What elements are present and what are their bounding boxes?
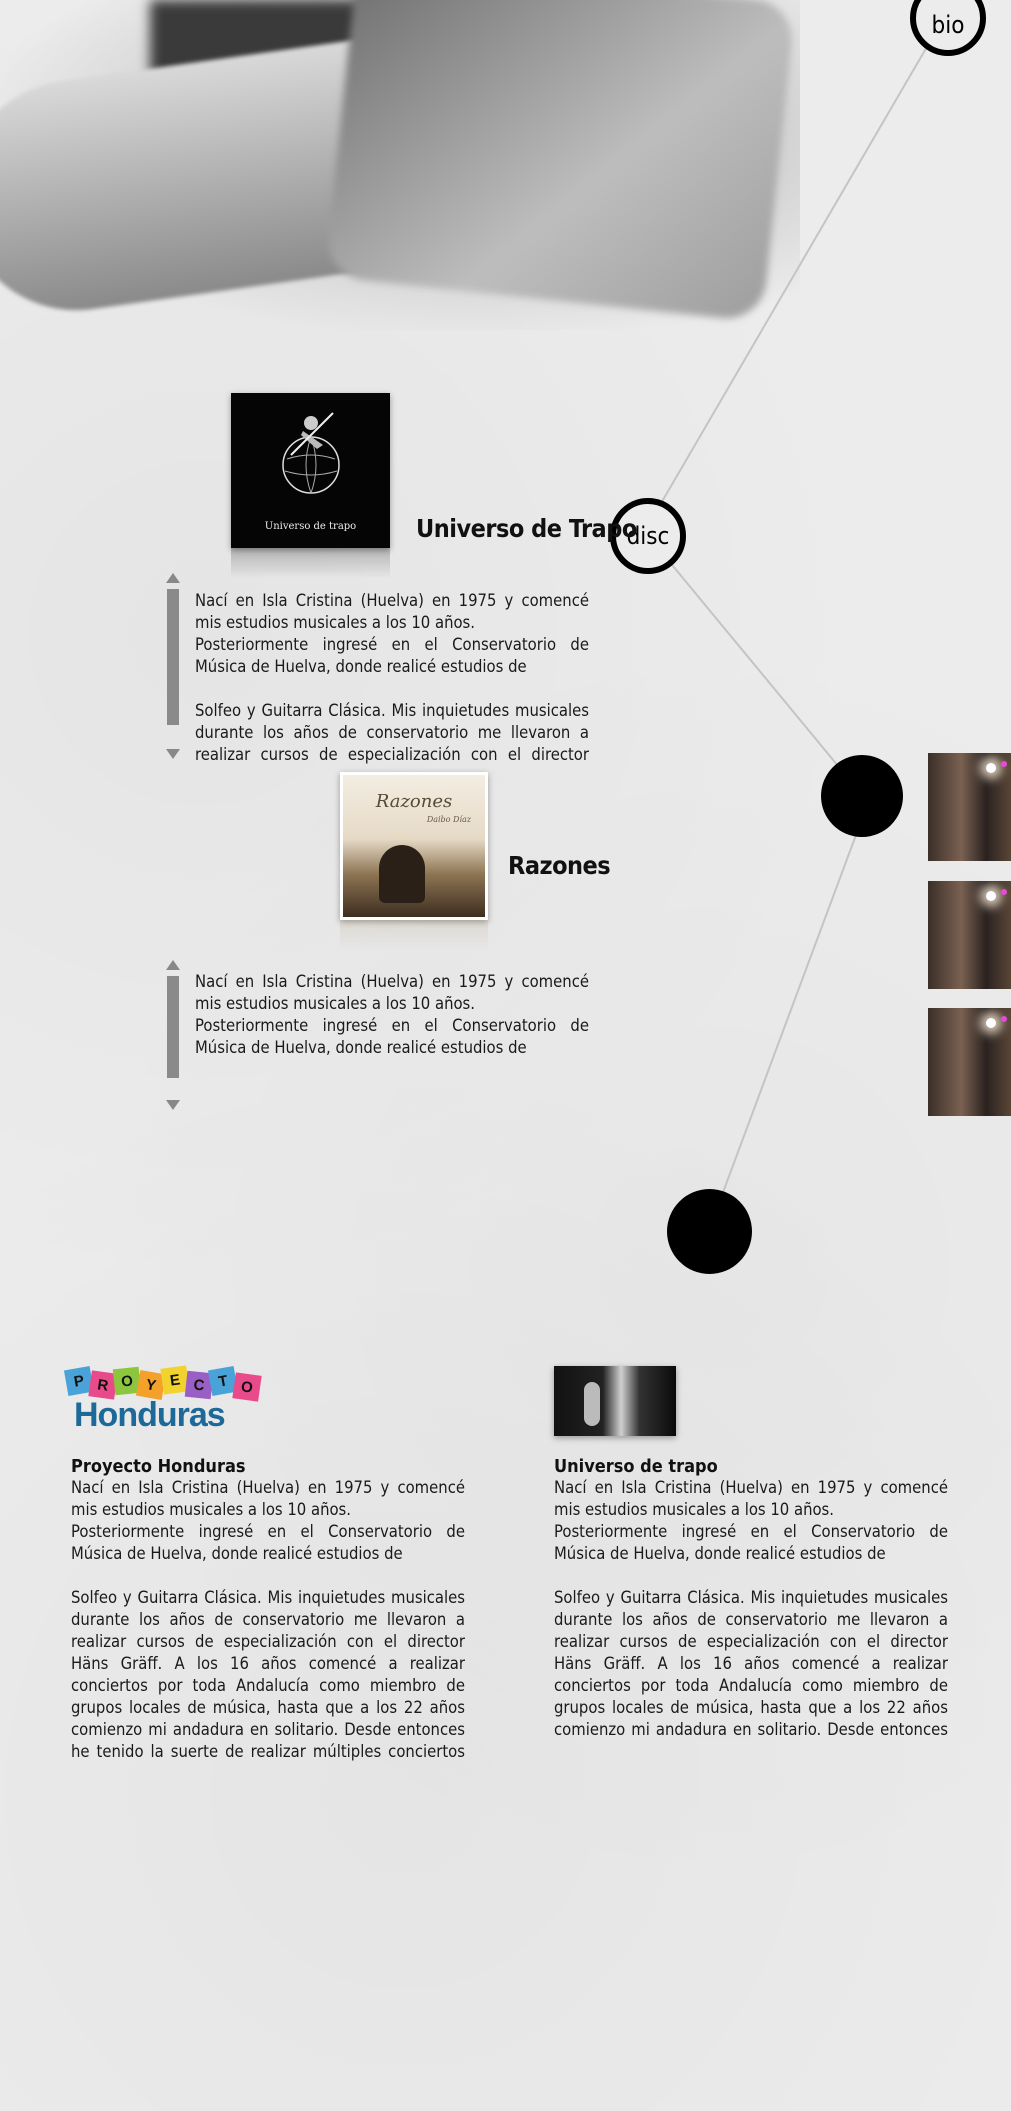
album-title: Razones [508,851,611,880]
gallery-thumbnail[interactable] [928,881,1011,989]
cover-caption: Razones [375,791,453,812]
timeline-node[interactable] [667,1189,752,1274]
album-cover-universo[interactable]: Universo de trapo [231,393,390,548]
scroll-thumb[interactable] [167,589,179,725]
gallery-thumbnail[interactable] [928,753,1011,861]
scroll-down-arrow-icon[interactable] [166,1100,180,1110]
cover-reflection [231,548,390,578]
project-description: Nací en Isla Cristina (Huelva) en 1975 y… [554,1478,948,1739]
project-description: Nací en Isla Cristina (Huelva) en 1975 y… [71,1478,465,1761]
scroll-up-arrow-icon[interactable] [166,960,180,970]
text-scrollbar[interactable] [166,573,180,759]
scroll-up-arrow-icon[interactable] [166,573,180,583]
album-description: Nací en Isla Cristina (Huelva) en 1975 y… [195,972,589,1057]
album-cover-razones[interactable]: Razones Daibo Díaz [340,772,488,920]
portrait-silhouette [379,845,425,903]
text-scrollbar[interactable] [166,960,180,1110]
scroll-thumb[interactable] [167,976,179,1078]
scroll-down-arrow-icon[interactable] [166,749,180,759]
cover-reflection [340,920,488,950]
figure-silhouette [584,1382,600,1426]
album-description: Nací en Isla Cristina (Huelva) en 1975 y… [195,591,589,764]
bio-nav-label: bio [931,11,965,39]
cover-subcaption: Daibo Díaz [426,815,471,824]
proyecto-honduras-logo[interactable]: P R O Y E C T O Honduras [62,1365,268,1436]
gallery-thumbnail[interactable] [928,1008,1011,1116]
logo-wordmark: Honduras [74,1396,226,1434]
project-title: Proyecto Honduras [71,1456,246,1477]
project-title: Universo de trapo [554,1456,718,1477]
album-title: Universo de Trapo [416,514,637,543]
cover-caption: Universo de trapo [264,521,357,532]
timeline-node[interactable] [821,755,903,837]
project-image-universo[interactable] [554,1366,676,1436]
